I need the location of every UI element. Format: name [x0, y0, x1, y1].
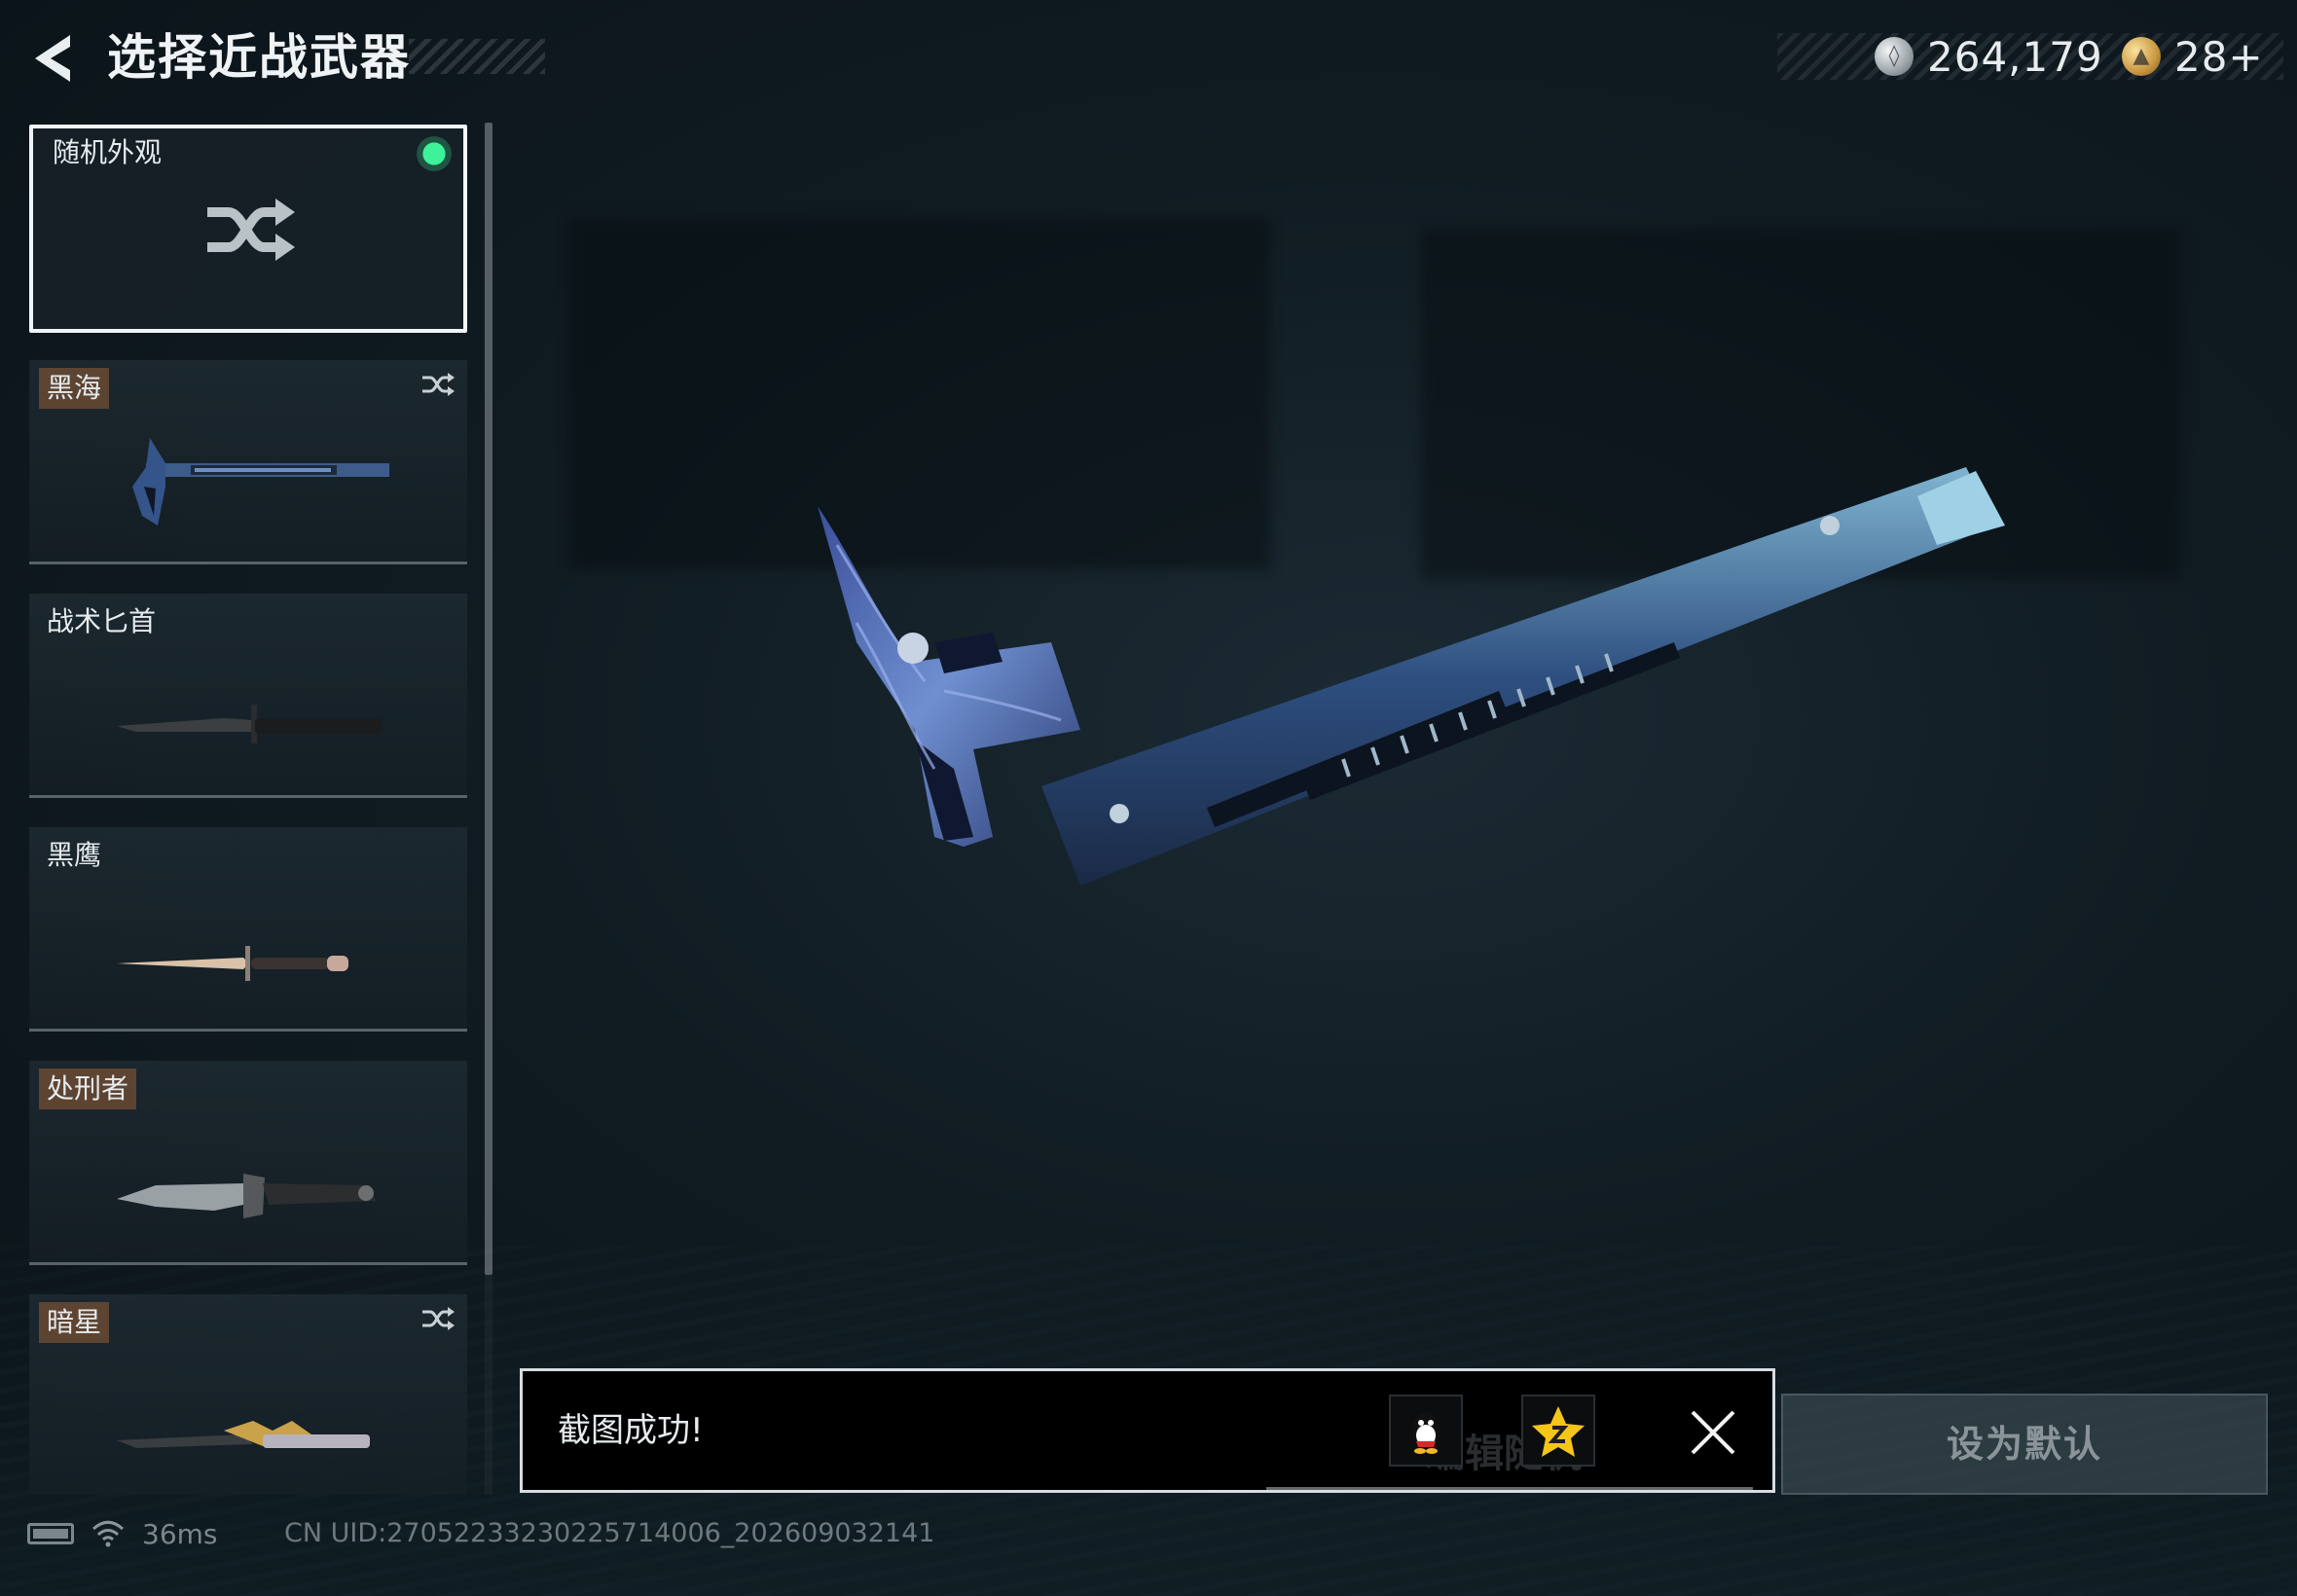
qq-icon [1412, 1412, 1440, 1454]
user-uid: CN UID:27052233230225714006_202609032141 [284, 1518, 935, 1548]
toast-close-button[interactable] [1689, 1408, 1737, 1457]
weapon-card-label: 黑海 [39, 368, 110, 409]
weapon-card-label: 随机外观 [53, 136, 163, 168]
silver-coin-icon: ◊ [1875, 37, 1914, 76]
screenshot-toast: 截图成功! 编辑随机 [520, 1368, 1775, 1493]
weapon-card-label: 处刑者 [39, 1069, 137, 1109]
back-button[interactable] [25, 29, 80, 88]
weapon-thumbnail-serrated-knife-icon [117, 1174, 376, 1218]
set-default-button[interactable]: 设为默认 [1781, 1394, 2268, 1495]
weapon-thumbnail-dagger-icon [117, 946, 348, 981]
weapon-card-black-hawk[interactable]: 黑鹰 [29, 827, 467, 1032]
close-icon [1691, 1410, 1735, 1455]
qzone-star-icon [1532, 1406, 1585, 1457]
toast-underlay-line [1266, 1487, 1753, 1490]
currency-gold[interactable]: ▲ 28+ [2122, 29, 2264, 84]
toast-message: 截图成功! [558, 1411, 704, 1450]
header: 选择近战武器 ◊ 264,179 ▲ 28+ [0, 0, 2297, 117]
weapon-card-label: 黑鹰 [47, 839, 102, 871]
shuffle-icon [422, 1307, 455, 1330]
weapon-card-label: 战术匕首 [47, 605, 157, 637]
weapon-thumbnail-ornate-blade-icon [117, 1421, 370, 1448]
share-qq-button[interactable] [1389, 1395, 1463, 1467]
weapon-card-random[interactable]: 随机外观 [29, 125, 467, 333]
currency-silver-value: 264,179 [1927, 32, 2103, 81]
weapon-thumbnail-knife-icon [117, 705, 382, 744]
status-footer: 36ms [27, 1514, 218, 1553]
equipped-indicator-icon [417, 136, 452, 171]
weapon-thumbnail-axe-icon [132, 438, 389, 526]
weapon-card-executioner[interactable]: 处刑者 [29, 1061, 467, 1265]
shuffle-icon [422, 373, 455, 396]
shuffle-icon [207, 199, 295, 261]
weapon-card-heihai[interactable]: 黑海 [29, 360, 467, 564]
title-decoration [409, 39, 545, 74]
weapon-list[interactable]: 随机外观 黑海 战术匕首 黑鹰 处刑者 暗星 [29, 123, 471, 1495]
weapon-card-tactical-knife[interactable]: 战术匕首 [29, 594, 467, 798]
list-scrollbar-thumb[interactable] [485, 123, 492, 1275]
currency-silver[interactable]: ◊ 264,179 [1875, 29, 2103, 84]
wifi-icon [91, 1520, 125, 1547]
weapon-preview-tomahawk[interactable] [798, 448, 2024, 1285]
back-arrow-icon [35, 35, 70, 82]
page-title: 选择近战武器 [107, 29, 411, 86]
weapon-card-label: 暗星 [39, 1302, 110, 1343]
currency-gold-value: 28+ [2174, 32, 2264, 81]
battery-icon [27, 1523, 74, 1544]
ping-value: 36ms [142, 1517, 218, 1550]
share-qzone-button[interactable] [1521, 1395, 1595, 1467]
gold-coin-icon: ▲ [2122, 37, 2161, 76]
weapon-card-dark-star[interactable]: 暗星 [29, 1294, 467, 1495]
